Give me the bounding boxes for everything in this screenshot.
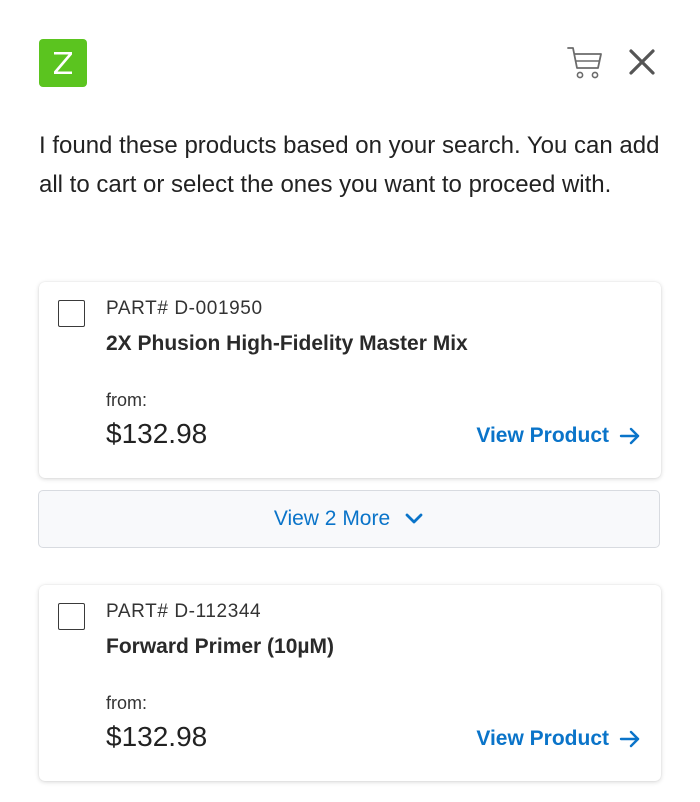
brand-logo: [39, 39, 87, 87]
view-product-label: View Product: [476, 424, 609, 447]
view-product-link[interactable]: View Product: [476, 424, 641, 448]
product-name: Forward Primer (10µM): [106, 635, 334, 658]
intro-message: I found these products based on your sea…: [39, 132, 660, 198]
arrow-right-icon: [619, 427, 640, 445]
arrow-right-icon: [619, 730, 640, 748]
close-icon: [629, 49, 655, 75]
view-more-button[interactable]: View 2 More: [38, 490, 660, 548]
chevron-down-icon: [405, 513, 423, 524]
product-select-checkbox[interactable]: [58, 603, 85, 630]
view-product-label: View Product: [476, 727, 609, 750]
logo-z-icon: [54, 52, 72, 74]
product-name: 2X Phusion High-Fidelity Master Mix: [106, 332, 468, 355]
part-number: PART# D-001950: [106, 298, 263, 319]
chat-panel: I found these products based on your sea…: [0, 0, 700, 802]
view-product-link[interactable]: View Product: [476, 727, 641, 751]
view-more-label: View 2 More: [273, 507, 391, 530]
price-from-label: from:: [106, 693, 148, 713]
product-card: PART# D-112344 Forward Primer (10µM) fro…: [39, 585, 661, 781]
price-from-label: from:: [106, 390, 148, 410]
cart-button[interactable]: [566, 44, 604, 82]
product-price: $132.98: [106, 418, 208, 449]
product-card: PART# D-001950 2X Phusion High-Fidelity …: [39, 282, 661, 478]
cart-icon: [567, 47, 602, 79]
product-select-checkbox[interactable]: [58, 300, 85, 327]
close-button[interactable]: [626, 46, 658, 78]
product-price: $132.98: [106, 721, 208, 752]
part-number: PART# D-112344: [106, 601, 262, 622]
